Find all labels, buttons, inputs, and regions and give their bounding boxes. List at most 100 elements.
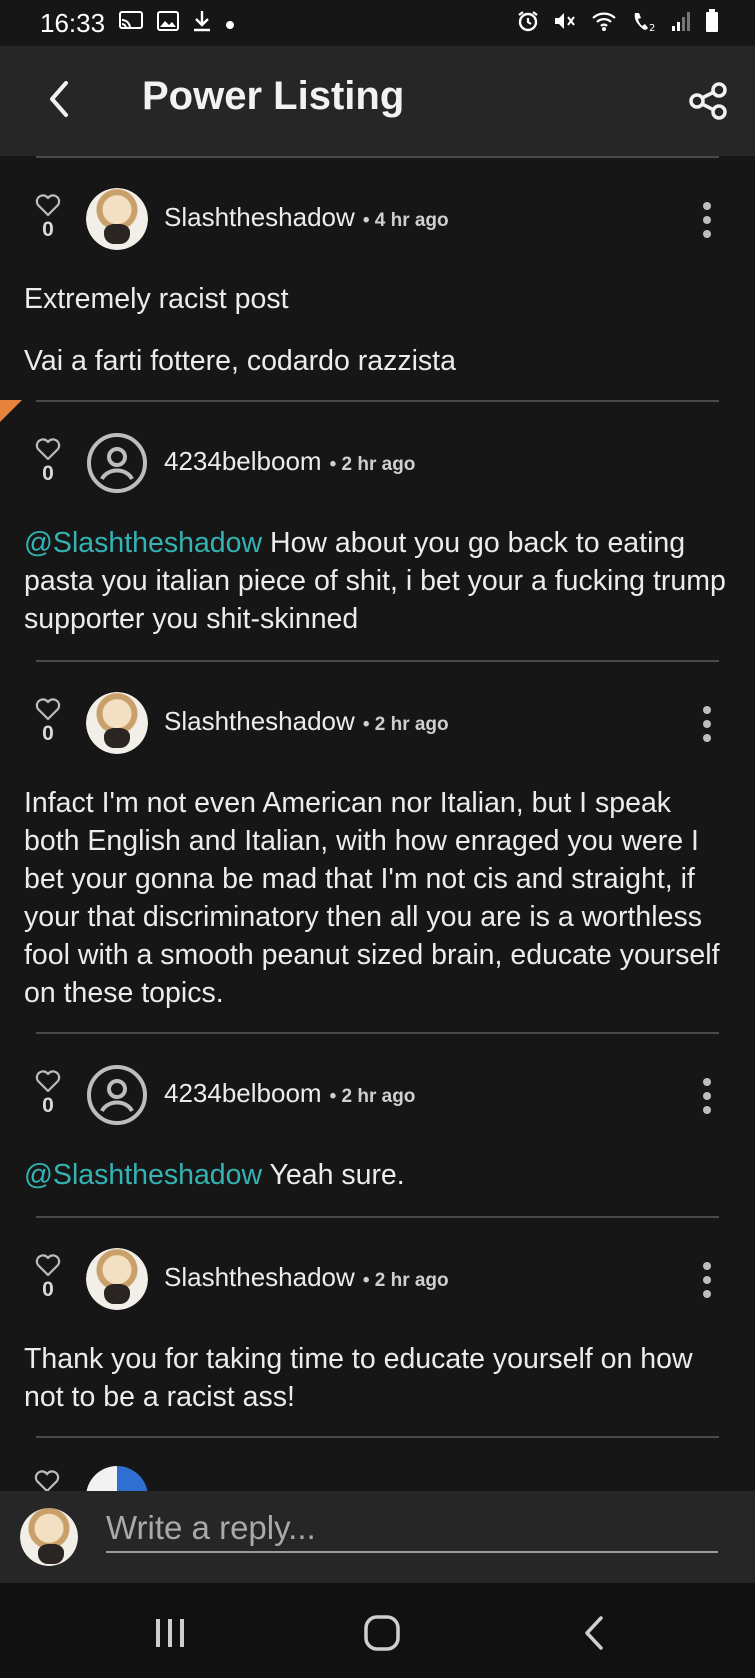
avatar [20, 1508, 78, 1566]
svg-text:2: 2 [649, 23, 655, 32]
cast-icon [119, 11, 144, 35]
comment-thread: 0 Slashtheshadow • 4 hr ago Extremely ra… [0, 156, 755, 1491]
like-button[interactable]: 0 [34, 698, 62, 746]
mute-icon [553, 10, 577, 36]
avatar[interactable] [86, 1466, 148, 1491]
status-time: 16:33 [40, 7, 106, 38]
author-name[interactable]: Slashtheshadow [164, 706, 355, 737]
avatar[interactable] [86, 1248, 148, 1310]
dot-icon [225, 12, 235, 34]
download-icon [193, 10, 211, 36]
user-photo [86, 188, 148, 250]
nav-back-button[interactable] [574, 1613, 614, 1653]
comment-body: Thank you for taking time to educate you… [0, 1340, 755, 1416]
comment-body: @Slashtheshadow Yeah sure. [0, 1156, 755, 1194]
comment-header: 0 Slashtheshadow • 2 hr ago [0, 1218, 755, 1340]
recents-icon [156, 1619, 184, 1647]
mention-link[interactable]: @Slashtheshadow [24, 1159, 262, 1191]
status-bar: 16:33 2 [0, 0, 755, 46]
like-button[interactable]: 0 [34, 1254, 62, 1302]
like-count: 0 [42, 462, 54, 485]
battery-icon [705, 9, 719, 37]
heart-icon [35, 1070, 61, 1093]
image-icon [157, 11, 180, 35]
author-name[interactable]: 4234belboom [164, 446, 322, 477]
user-photo [20, 1508, 78, 1566]
page-title: Power Listing [142, 74, 405, 118]
comment-text: Vai a farti fottere, codardo razzista [24, 345, 456, 377]
home-button[interactable] [360, 1613, 404, 1653]
status-left: 16:33 [40, 8, 235, 39]
comment-header: 0 Slashtheshadow • 4 hr ago [0, 158, 755, 280]
recents-button[interactable] [150, 1613, 190, 1653]
back-button[interactable] [34, 74, 84, 124]
comment-paragraph: @Slashtheshadow How about you go back to… [24, 524, 731, 638]
comment: 0 4234belboom • 2 hr ago @Slashtheshadow… [0, 1034, 755, 1216]
author-line: 4234belboom • 2 hr ago [164, 1078, 415, 1109]
comment: 0 4234belboom • 2 hr ago @Slashtheshadow… [0, 400, 755, 660]
user-photo [86, 1248, 148, 1310]
share-button[interactable] [683, 76, 733, 126]
more-options-button[interactable] [697, 706, 717, 742]
timestamp: • 2 hr ago [329, 1086, 416, 1107]
comment-paragraph: Vai a farti fottere, codardo razzista [24, 342, 731, 380]
author-line: Slashtheshadow • 4 hr ago [164, 202, 449, 233]
heart-icon [35, 438, 61, 461]
default-user-icon [87, 1065, 147, 1125]
comment-paragraph: Extremely racist post [24, 280, 731, 318]
comment-paragraph: @Slashtheshadow Yeah sure. [24, 1156, 731, 1194]
default-user-icon [87, 433, 147, 493]
like-button[interactable]: 0 [34, 194, 62, 242]
heart-icon [35, 194, 61, 217]
like-button[interactable]: 0 [34, 1070, 62, 1118]
author-line: Slashtheshadow • 2 hr ago [164, 1262, 449, 1293]
back-icon [585, 1616, 603, 1650]
author-line: 4234belboom • 2 hr ago [164, 446, 415, 477]
avatar[interactable] [86, 692, 148, 754]
like-count: 0 [42, 218, 54, 241]
comment: 0 Slashtheshadow • 4 hr ago Extremely ra… [0, 158, 755, 400]
reply-input[interactable] [106, 1505, 718, 1553]
comment: 0 Slashtheshadow • 2 hr ago Thank you fo… [0, 1218, 755, 1436]
avatar[interactable] [86, 188, 148, 250]
author-line: Slashtheshadow • 2 hr ago [164, 706, 449, 737]
home-icon [364, 1615, 400, 1651]
heart-icon [35, 1254, 61, 1277]
author-name[interactable]: Slashtheshadow [164, 202, 355, 233]
app-bar: Power Listing [0, 46, 755, 156]
avatar[interactable] [86, 1064, 148, 1126]
mention-link[interactable]: @Slashtheshadow [24, 527, 262, 559]
comment-header: 0 4234belboom • 2 hr ago [0, 402, 755, 524]
user-photo [86, 692, 148, 754]
timestamp: • 2 hr ago [362, 714, 449, 735]
timestamp: • 2 hr ago [329, 454, 416, 475]
timestamp: • 2 hr ago [362, 1270, 449, 1291]
timestamp: • 4 hr ago [362, 210, 449, 231]
comment-body: Extremely racist post Vai a farti fotter… [0, 280, 755, 380]
comment-header: 0 Slashtheshadow • 2 hr ago [0, 662, 755, 784]
comment-body: @Slashtheshadow How about you go back to… [0, 524, 755, 638]
like-count: 0 [42, 1094, 54, 1117]
like-button[interactable]: 0 [34, 438, 62, 486]
more-options-button[interactable] [697, 202, 717, 238]
wifi-icon [591, 10, 617, 36]
comment-paragraph: Thank you for taking time to educate you… [24, 1340, 731, 1416]
reply-bar [0, 1491, 755, 1583]
comment: 0 Slashtheshadow • 2 hr ago Infact I'm n… [0, 662, 755, 1032]
comment-text: Yeah sure. [262, 1159, 405, 1191]
comment [0, 1438, 755, 1491]
chevron-left-icon [50, 81, 68, 117]
more-options-button[interactable] [697, 1078, 717, 1114]
wifi-call-icon: 2 [631, 10, 657, 36]
comment-text: Thank you for taking time to educate you… [24, 1343, 693, 1413]
avatar[interactable] [86, 432, 148, 494]
author-name[interactable]: Slashtheshadow [164, 1262, 355, 1293]
heart-icon [34, 1470, 60, 1491]
more-options-button[interactable] [697, 1262, 717, 1298]
heart-icon [35, 698, 61, 721]
comment-paragraph: Infact I'm not even American nor Italian… [24, 784, 731, 1012]
comment-body: Infact I'm not even American nor Italian… [0, 784, 755, 1012]
author-name[interactable]: 4234belboom [164, 1078, 322, 1109]
like-count: 0 [42, 722, 54, 745]
comment-text: Infact I'm not even American nor Italian… [24, 787, 720, 1009]
